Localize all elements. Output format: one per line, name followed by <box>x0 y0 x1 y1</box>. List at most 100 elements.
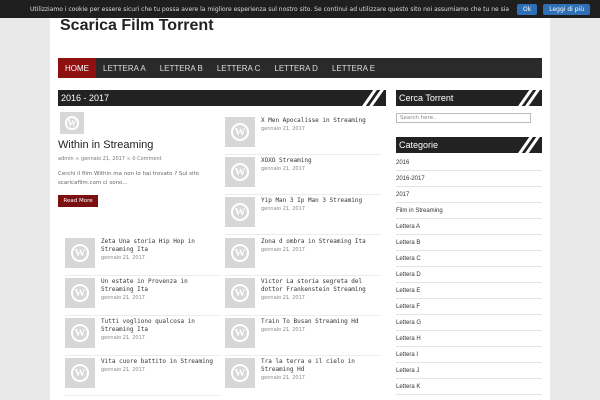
post-thumbnail[interactable]: W <box>225 157 255 187</box>
wordpress-logo-icon: W <box>231 163 249 181</box>
post-item[interactable]: W Yip Man 3 Ip Man 3 Streaming gennaio 2… <box>225 195 381 235</box>
category-link-lettera-b[interactable]: Lettera B <box>396 235 542 251</box>
post-date: gennaio 21, 2017 <box>261 375 305 381</box>
category-link-2016-2017[interactable]: 2016-2017 <box>396 171 542 187</box>
cookie-more-button[interactable]: Leggi di più <box>543 3 590 15</box>
main-section-heading: 2016 - 2017 <box>58 90 386 106</box>
wordpress-logo-icon: W <box>71 324 89 342</box>
wordpress-logo-icon: W <box>231 284 249 302</box>
post-thumbnail[interactable]: W <box>65 318 95 348</box>
post-date: gennaio 21, 2017 <box>261 247 305 253</box>
wordpress-logo-icon: W <box>231 364 249 382</box>
featured-post-meta: admin ≈ gennaio 21, 2017 ≈ 0 Comment <box>58 156 162 162</box>
post-date: gennaio 21, 2017 <box>101 255 145 261</box>
post-date: gennaio 21, 2017 <box>261 295 305 301</box>
wordpress-logo-icon: W <box>64 116 80 130</box>
category-link-lettera-c[interactable]: Lettera C <box>396 251 542 267</box>
divider <box>225 234 381 235</box>
post-date: gennaio 21, 2017 <box>261 166 305 172</box>
post-thumbnail[interactable]: W <box>225 318 255 348</box>
post-thumbnail[interactable]: W <box>65 358 95 388</box>
nav-item-home[interactable]: HOME <box>58 58 96 78</box>
post-item[interactable]: W Victor La storia segreta del dottor Fr… <box>225 276 381 316</box>
post-date: gennaio 21, 2017 <box>101 335 145 341</box>
site-title[interactable]: Scarica Film Torrent <box>60 17 214 35</box>
post-item[interactable]: W X Men Apocalisse in Streaming gennaio … <box>225 115 381 155</box>
post-title[interactable]: Train To Busan Streaming Hd <box>261 318 381 326</box>
wordpress-logo-icon: W <box>231 244 249 262</box>
post-thumbnail[interactable]: W <box>225 278 255 308</box>
featured-post-excerpt: Cerchi il film Within ma non lo hai trov… <box>58 171 200 186</box>
nav-item-lettera-b[interactable]: LETTERA B <box>153 58 210 78</box>
category-link-lettera-j[interactable]: Lettera J <box>396 363 542 379</box>
post-item[interactable]: W Tutti vogliono qualcosa in Streaming I… <box>65 316 221 356</box>
category-link-film-in-streaming[interactable]: Film in Streaming <box>396 203 542 219</box>
post-date: gennaio 21, 2017 <box>261 327 305 333</box>
stripes-decoration <box>517 137 541 153</box>
nav-item-lettera-c[interactable]: LETTERA C <box>210 58 268 78</box>
post-title[interactable]: Tutti vogliono qualcosa in Streaming Ita <box>101 318 221 334</box>
nav-item-lettera-d[interactable]: LETTERA D <box>267 58 325 78</box>
post-date: gennaio 21, 2017 <box>101 295 145 301</box>
post-title[interactable]: Zeta Una storia Hip Hop in Streaming Ita <box>101 238 221 254</box>
post-thumbnail[interactable]: W <box>65 238 95 268</box>
category-link-lettera-d[interactable]: Lettera D <box>396 267 542 283</box>
wordpress-logo-icon: W <box>231 123 249 141</box>
wordpress-logo-icon: W <box>71 284 89 302</box>
categories-widget-heading: Categorie <box>396 137 542 153</box>
nav-item-lettera-a[interactable]: LETTERA A <box>96 58 153 78</box>
post-item[interactable]: W Vita cuore battito in Streaming gennai… <box>65 356 221 396</box>
post-item[interactable]: W Train To Busan Streaming Hd gennaio 21… <box>225 316 381 356</box>
category-link-lettera-e[interactable]: Lettera E <box>396 283 542 299</box>
post-title[interactable]: X Men Apocalisse in Streaming <box>261 117 381 125</box>
wordpress-logo-icon: W <box>71 244 89 262</box>
post-title[interactable]: Un estate in Provenza in Streaming Ita <box>101 278 221 294</box>
post-date: gennaio 21, 2017 <box>261 126 305 132</box>
post-title[interactable]: XOXO Streaming <box>261 157 381 165</box>
post-item[interactable]: W Un estate in Provenza in Streaming Ita… <box>65 276 221 316</box>
category-link-lettera-k[interactable]: Lettera K <box>396 379 542 395</box>
cookie-message: Utilizziamo i cookie per essere sicuri c… <box>30 5 512 13</box>
category-link-lettera-f[interactable]: Lettera F <box>396 299 542 315</box>
post-item[interactable]: W Tra la terra e il cielo in Streaming H… <box>225 356 381 392</box>
post-title[interactable]: Yip Man 3 Ip Man 3 Streaming <box>261 197 381 205</box>
category-link-lettera-a[interactable]: Lettera A <box>396 219 542 235</box>
post-date: gennaio 21, 2017 <box>101 367 145 373</box>
category-link-lettera-h[interactable]: Lettera H <box>396 331 542 347</box>
search-input[interactable]: Search here.. <box>396 113 531 123</box>
post-item[interactable]: W XOXO Streaming gennaio 21, 2017 <box>225 155 381 195</box>
category-link-lettera-g[interactable]: Lettera G <box>396 315 542 331</box>
main-section-title: 2016 - 2017 <box>61 93 110 103</box>
category-link-lettera-i[interactable]: Lettera I <box>396 347 542 363</box>
search-widget-title: Cerca Torrent <box>399 93 454 103</box>
post-title[interactable]: Zona d ombra in Streaming Ita <box>261 238 381 246</box>
cookie-ok-button[interactable]: Ok <box>517 3 538 15</box>
post-item[interactable]: W Zona d ombra in Streaming Ita gennaio … <box>225 236 381 276</box>
post-thumbnail[interactable]: W <box>65 278 95 308</box>
stripes-decoration <box>361 90 385 106</box>
post-thumbnail[interactable]: W <box>225 197 255 227</box>
wordpress-logo-icon: W <box>231 324 249 342</box>
category-link-2016[interactable]: 2016 <box>396 155 542 171</box>
featured-post-title[interactable]: Within in Streaming <box>58 139 153 151</box>
category-link-2017[interactable]: 2017 <box>396 187 542 203</box>
stripes-decoration <box>517 90 541 106</box>
post-date: gennaio 21, 2017 <box>261 206 305 212</box>
read-more-button[interactable]: Read More <box>58 195 98 207</box>
post-thumbnail[interactable]: W <box>225 117 255 147</box>
cookie-bar: Utilizziamo i cookie per essere sicuri c… <box>0 0 600 18</box>
post-title[interactable]: Tra la terra e il cielo in Streaming Hd <box>261 358 381 374</box>
page-container: Scarica Film Torrent HOME LETTERA A LETT… <box>50 0 550 400</box>
wordpress-logo-icon: W <box>71 364 89 382</box>
post-title[interactable]: Vita cuore battito in Streaming <box>101 358 221 366</box>
divider <box>65 395 221 396</box>
featured-thumbnail[interactable]: W <box>60 112 84 134</box>
categories-widget-title: Categorie <box>399 140 439 150</box>
post-thumbnail[interactable]: W <box>225 358 255 388</box>
search-widget-heading: Cerca Torrent <box>396 90 542 106</box>
main-nav: HOME LETTERA A LETTERA B LETTERA C LETTE… <box>58 58 542 78</box>
post-thumbnail[interactable]: W <box>225 238 255 268</box>
post-title[interactable]: Victor La storia segreta del dottor Fran… <box>261 278 381 294</box>
post-item[interactable]: W Zeta Una storia Hip Hop in Streaming I… <box>65 236 221 276</box>
nav-item-lettera-e[interactable]: LETTERA E <box>325 58 382 78</box>
